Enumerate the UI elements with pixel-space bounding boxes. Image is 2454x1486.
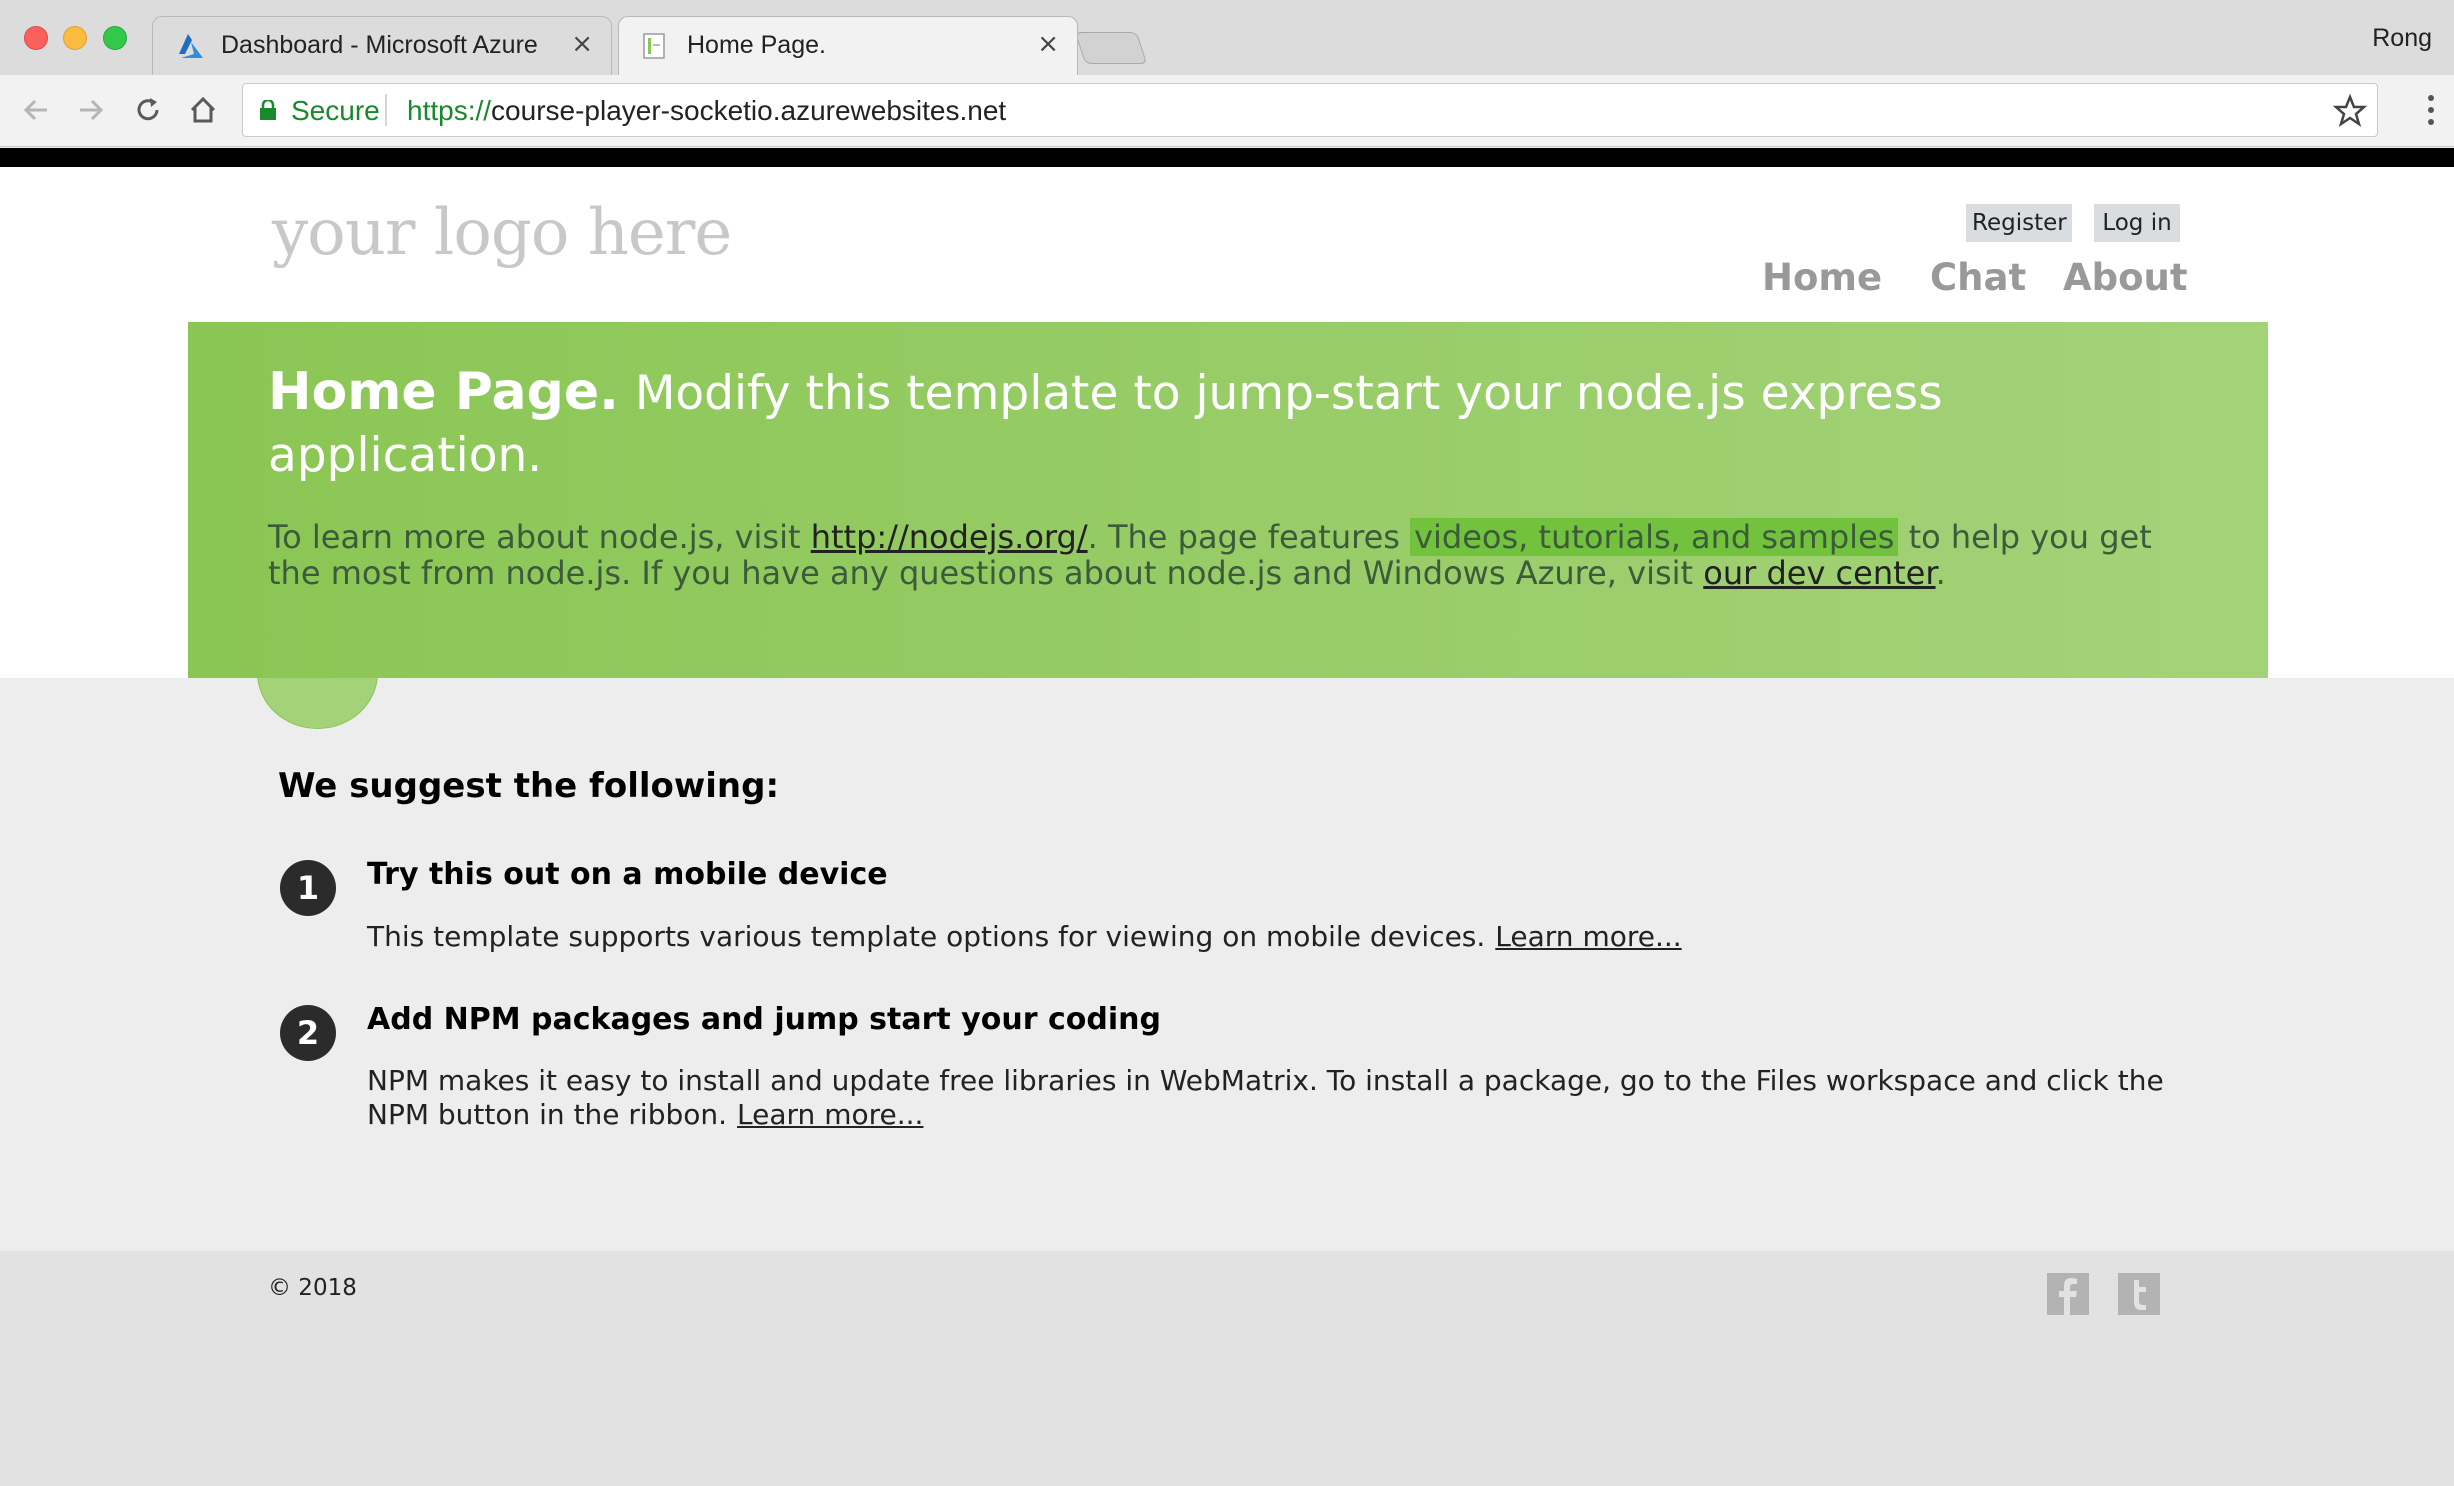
facebook-icon[interactable] [2047, 1273, 2089, 1315]
nav-about[interactable]: About [2063, 256, 2188, 299]
learn-more-link[interactable]: Learn more... [1495, 920, 1681, 953]
hero-highlight: videos, tutorials, and samples [1410, 518, 1899, 556]
step-text: NPM makes it easy to install and update … [367, 1064, 2164, 1131]
lock-icon [260, 100, 276, 120]
arrow-right-icon [80, 99, 104, 121]
page-icon [643, 33, 665, 59]
hero-body: To learn more about node.js, visit http:… [268, 518, 2188, 592]
tab-label: Home Page. [687, 31, 826, 59]
hero-text: . [1935, 554, 1946, 592]
step-title: Add NPM packages and jump start your cod… [367, 1002, 1161, 1037]
zoom-window-button[interactable] [103, 26, 127, 50]
page-footer: © 2018 [0, 1251, 2454, 1486]
back-button[interactable] [11, 85, 61, 135]
minimize-window-button[interactable] [63, 26, 87, 50]
forward-button[interactable] [66, 85, 116, 135]
twitter-icon[interactable] [2118, 1273, 2160, 1315]
dev-center-link[interactable]: our dev center [1703, 554, 1935, 592]
step-title: Try this out on a mobile device [367, 857, 888, 892]
site-logo[interactable]: your logo here [272, 196, 732, 270]
profile-name[interactable]: Rong [2372, 24, 2432, 53]
step-description: This template supports various template … [367, 920, 2177, 954]
reload-icon [137, 98, 159, 121]
nav-home[interactable]: Home [1762, 256, 1882, 299]
browser-tabstrip: Dashboard - Microsoft Azure × Home Page.… [0, 0, 2454, 75]
tab-label: Dashboard - Microsoft Azure [221, 31, 538, 59]
home-button[interactable] [178, 85, 228, 135]
url-scheme: https:// [407, 95, 492, 126]
secure-label: Secure [291, 95, 380, 126]
nav-chat[interactable]: Chat [1930, 256, 2026, 299]
step-number-badge: 2 [280, 1005, 336, 1061]
step-number-badge: 1 [280, 860, 336, 916]
url-host: course-player-socketio.azurewebsites.net [491, 95, 1007, 126]
step-text: This template supports various template … [367, 920, 1486, 953]
suggestions-heading: We suggest the following: [278, 766, 780, 806]
home-icon [190, 96, 216, 123]
bookmark-star-icon[interactable] [2333, 94, 2367, 128]
omnibox-divider [385, 94, 387, 126]
hero-text: To learn more about node.js, visit [268, 518, 811, 556]
close-tab-icon[interactable]: × [1037, 29, 1059, 59]
azure-icon [179, 34, 203, 58]
copyright-text: © 2018 [268, 1275, 357, 1301]
hero-banner: Home Page. Modify this template to jump-s… [188, 322, 2268, 678]
reload-button[interactable] [123, 85, 173, 135]
page-top-bar [0, 148, 2454, 167]
hero-heading: Home Page. Modify this template to jump-s… [268, 362, 2188, 487]
tab-dashboard-azure[interactable]: Dashboard - Microsoft Azure × [152, 16, 612, 75]
login-link[interactable]: Log in [2094, 204, 2180, 242]
close-window-button[interactable] [24, 26, 48, 50]
close-tab-icon[interactable]: × [571, 29, 593, 59]
tab-home-page[interactable]: Home Page. × [618, 16, 1078, 75]
arrow-left-icon [23, 99, 47, 121]
learn-more-link[interactable]: Learn more... [737, 1098, 923, 1131]
nodejs-link[interactable]: http://nodejs.org/ [811, 518, 1088, 556]
url-text[interactable]: https://course-player-socketio.azurewebs… [407, 95, 1006, 127]
new-tab-button[interactable] [1074, 32, 1148, 64]
step-description: NPM makes it easy to install and update … [367, 1064, 2177, 1132]
browser-toolbar: Secure https://course-player-socketio.az… [0, 75, 2454, 147]
browser-menu-icon[interactable] [2422, 92, 2440, 130]
hero-title: Home Page. [268, 362, 619, 422]
register-link[interactable]: Register [1966, 204, 2072, 242]
hero-text: . The page features [1087, 518, 1411, 556]
address-bar[interactable]: Secure https://course-player-socketio.az… [242, 83, 2378, 137]
